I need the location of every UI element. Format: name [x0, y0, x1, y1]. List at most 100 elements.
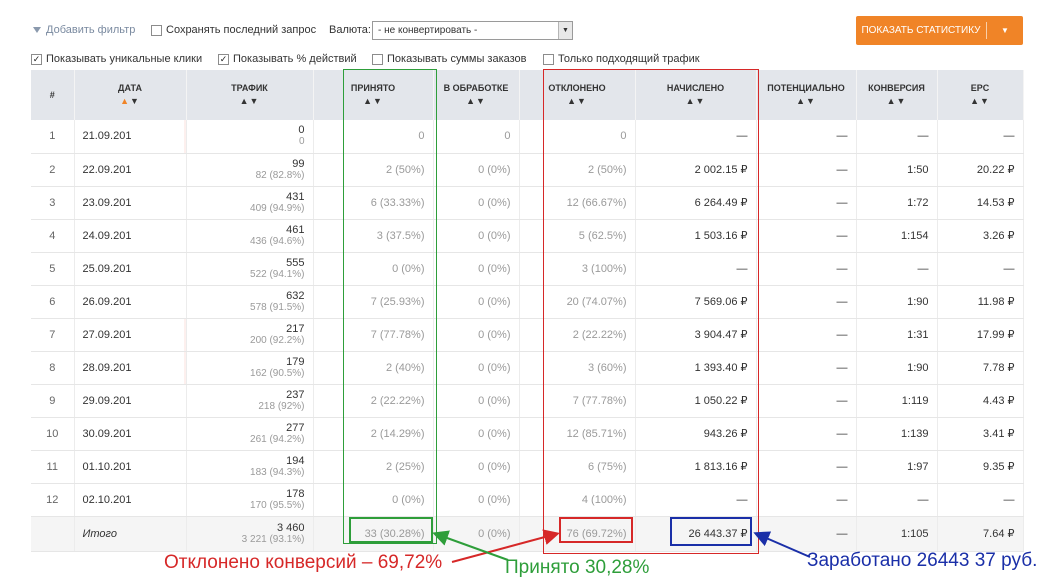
row-traffic: 178 170 (95.5%) [186, 483, 314, 517]
col-potential[interactable]: ПОТЕНЦИАЛЬНО ▲▼ [756, 70, 857, 120]
row-rejected: 3 (100%) [519, 252, 636, 286]
toolbar: Добавить фильтр Сохранять последний запр… [0, 0, 1052, 70]
sort-icon[interactable]: ▲▼ [796, 96, 816, 106]
row-rejected: 2 (50%) [519, 153, 636, 187]
show-percent-checkbox[interactable]: ✓ Показывать % действий [218, 53, 357, 65]
row-epc: 9.35 ₽ [937, 450, 1024, 484]
sort-icon[interactable]: ▲▼ [466, 96, 486, 106]
row-conversion: 1:139 [856, 417, 938, 451]
row-date: 25.09.201 [74, 252, 187, 286]
suitable-traffic-checkbox[interactable]: Только подходящий трафик [543, 53, 700, 65]
col-accepted[interactable]: ПРИНЯТО ▲▼ [313, 70, 434, 120]
col-date[interactable]: ДАТА ▲▼ [74, 70, 187, 120]
row-conversion: 1:97 [856, 450, 938, 484]
col-traffic[interactable]: ТРАФИК ▲▼ [186, 70, 314, 120]
show-stats-label: ПОКАЗАТЬ СТАТИСТИКУ [861, 25, 981, 36]
currency-select[interactable]: - не конвертировать - ▼ [372, 21, 573, 40]
row-conversion: 1:90 [856, 351, 938, 385]
table-row: 6 26.09.201 632 578 (91.5%) 7 (25.93%) 0 (0%)… [31, 285, 1024, 319]
row-credited: — [635, 483, 757, 517]
checkbox-checked-icon[interactable]: ✓ [218, 53, 229, 65]
checkbox-icon[interactable] [151, 24, 162, 36]
row-number: 12 [31, 483, 75, 517]
show-stats-button[interactable]: ПОКАЗАТЬ СТАТИСТИКУ ▼ [856, 16, 1023, 45]
total-traffic: 3 460 3 221 (93.1%) [186, 516, 314, 552]
row-conversion: 1:72 [856, 186, 938, 220]
row-traffic: 99 82 (82.8%) [186, 153, 314, 187]
row-credited: 2 002.15 ₽ [635, 153, 757, 187]
chevron-down-icon[interactable]: ▼ [558, 22, 572, 39]
row-processing: 0 (0%) [433, 153, 520, 187]
row-traffic: 237 218 (92%) [186, 384, 314, 418]
row-accepted: 3 (37.5%) [313, 219, 434, 253]
row-rejected: 12 (85.71%) [519, 417, 636, 451]
table-row: 2 22.09.201 99 82 (82.8%) 2 (50%) 0 (0%) 2 (50… [31, 153, 1024, 187]
row-processing: 0 (0%) [433, 285, 520, 319]
unique-clicks-checkbox[interactable]: ✓ Показывать уникальные клики [31, 53, 202, 65]
row-accepted: 2 (25%) [313, 450, 434, 484]
row-traffic: 00 [186, 120, 314, 154]
row-number: 4 [31, 219, 75, 253]
col-number: # [31, 70, 75, 120]
row-number: 1 [31, 120, 75, 154]
row-accepted: 0 [313, 120, 434, 154]
show-percent-label: Показывать % действий [233, 53, 357, 65]
col-rejected[interactable]: ОТКЛОНЕНО ▲▼ [519, 70, 636, 120]
checkbox-checked-icon[interactable]: ✓ [31, 53, 42, 65]
checkbox-icon[interactable] [372, 53, 383, 65]
sort-icon[interactable]: ▲▼ [686, 96, 706, 106]
sort-icon[interactable]: ▲▼ [120, 96, 140, 106]
table-row: 10 30.09.201 277 261 (94.2%) 2 (14.29%) 0 (0%… [31, 417, 1024, 451]
row-processing: 0 [433, 120, 520, 154]
row-rejected: 3 (60%) [519, 351, 636, 385]
row-accepted: 0 (0%) [313, 252, 434, 286]
col-epc[interactable]: EPC ▲▼ [937, 70, 1024, 120]
row-credited: 1 050.22 ₽ [635, 384, 757, 418]
row-credited: 3 904.47 ₽ [635, 318, 757, 352]
total-credited: 26 443.37 ₽ [635, 516, 757, 552]
row-date: 22.09.201 [74, 153, 187, 187]
sort-icon[interactable]: ▲▼ [970, 96, 990, 106]
row-number: 9 [31, 384, 75, 418]
row-epc: 4.43 ₽ [937, 384, 1024, 418]
row-traffic: 555 522 (94.1%) [186, 252, 314, 286]
caret-down-icon[interactable]: ▼ [987, 26, 1023, 35]
row-potential: — [756, 186, 857, 220]
sort-icon[interactable]: ▲▼ [363, 96, 383, 106]
table-row: 11 01.10.201 194 183 (94.3%) 2 (25%) 0 (0%) 6 … [31, 450, 1024, 484]
row-conversion: 1:154 [856, 219, 938, 253]
total-conversion: 1:105 [856, 516, 938, 552]
order-sums-checkbox[interactable]: Показывать суммы заказов [372, 53, 527, 65]
table-row: 4 24.09.201 461 436 (94.6%) 3 (37.5%) 0 (0%) 5… [31, 219, 1024, 253]
row-rejected: 6 (75%) [519, 450, 636, 484]
save-query-checkbox[interactable]: Сохранять последний запрос [151, 24, 316, 36]
row-date: 27.09.201 [74, 318, 187, 352]
col-conversion[interactable]: КОНВЕРСИЯ ▲▼ [856, 70, 938, 120]
row-accepted: 6 (33.33%) [313, 186, 434, 220]
row-number: 6 [31, 285, 75, 319]
col-processing[interactable]: В ОБРАБОТКЕ ▲▼ [433, 70, 520, 120]
table-row: 5 25.09.201 555 522 (94.1%) 0 (0%) 0 (0%) 3 (1… [31, 252, 1024, 286]
table-row: 7 27.09.201 217 200 (92.2%) 7 (77.78%) 0 (0%)… [31, 318, 1024, 352]
sort-icon[interactable]: ▲▼ [887, 96, 907, 106]
row-potential: — [756, 417, 857, 451]
row-date: 01.10.201 [74, 450, 187, 484]
row-processing: 0 (0%) [433, 318, 520, 352]
row-processing: 0 (0%) [433, 417, 520, 451]
col-credited[interactable]: НАЧИСЛЕНО ▲▼ [635, 70, 757, 120]
add-filter-link[interactable]: Добавить фильтр [33, 24, 135, 36]
row-potential: — [756, 252, 857, 286]
checkbox-icon[interactable] [543, 53, 554, 65]
sort-icon[interactable]: ▲▼ [240, 96, 260, 106]
row-accepted: 2 (50%) [313, 153, 434, 187]
order-sums-label: Показывать суммы заказов [387, 53, 527, 65]
row-accepted: 2 (40%) [313, 351, 434, 385]
row-processing: 0 (0%) [433, 483, 520, 517]
row-credited: 1 813.16 ₽ [635, 450, 757, 484]
row-conversion: — [856, 120, 938, 154]
row-rejected: 12 (66.67%) [519, 186, 636, 220]
row-conversion: — [856, 252, 938, 286]
sort-icon[interactable]: ▲▼ [567, 96, 587, 106]
row-rejected: 4 (100%) [519, 483, 636, 517]
total-epc: 7.64 ₽ [937, 516, 1024, 552]
